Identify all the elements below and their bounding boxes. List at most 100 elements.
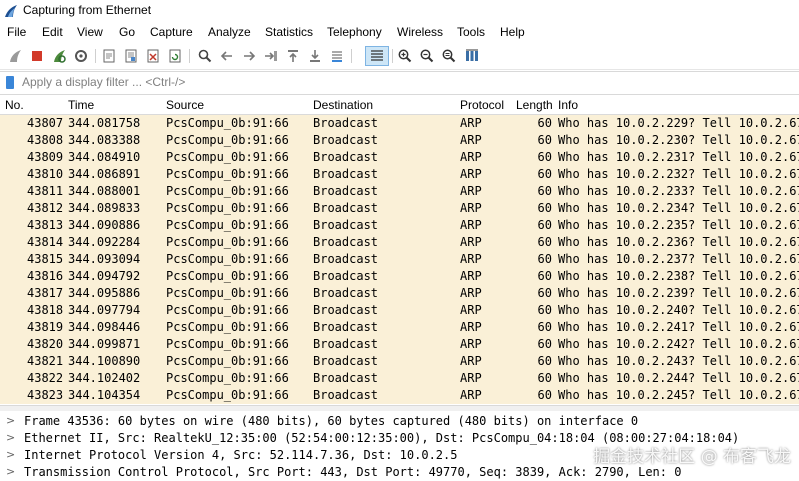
packet-protocol: ARP [460, 252, 482, 266]
packet-row[interactable]: 43807 344.081758 PcsCompu_0b:91:66 Broad… [0, 115, 799, 132]
packet-length: 60 [537, 201, 552, 215]
packet-length: 60 [537, 320, 552, 334]
column-header-destination[interactable]: Destination [313, 98, 373, 112]
packet-row[interactable]: 43815 344.093094 PcsCompu_0b:91:66 Broad… [0, 251, 799, 268]
zoom-in-icon[interactable] [396, 47, 414, 65]
packet-row[interactable]: 43814 344.092284 PcsCompu_0b:91:66 Broad… [0, 234, 799, 251]
display-filter-input[interactable] [22, 73, 792, 91]
packet-row[interactable]: 43819 344.098446 PcsCompu_0b:91:66 Broad… [0, 319, 799, 336]
save-file-icon[interactable] [122, 47, 140, 65]
packet-length: 60 [537, 133, 552, 147]
menu-help[interactable]: Help [500, 25, 525, 39]
column-header-time[interactable]: Time [68, 98, 94, 112]
column-header-no[interactable]: No. [5, 98, 24, 112]
menu-capture[interactable]: Capture [150, 25, 193, 39]
go-first-packet-icon[interactable] [284, 47, 302, 65]
menu-tools[interactable]: Tools [457, 25, 485, 39]
packet-row[interactable]: 43808 344.083388 PcsCompu_0b:91:66 Broad… [0, 132, 799, 149]
zoom-out-icon[interactable] [418, 47, 436, 65]
menu-edit[interactable]: Edit [42, 25, 63, 39]
title-bar: Capturing from Ethernet [0, 0, 799, 22]
capture-options-icon[interactable] [72, 47, 90, 65]
packet-row[interactable]: 43821 344.100890 PcsCompu_0b:91:66 Broad… [0, 353, 799, 370]
menu-analyze[interactable]: Analyze [208, 25, 251, 39]
wireshark-fin-icon [5, 5, 17, 17]
main-toolbar [0, 43, 799, 70]
find-packet-icon[interactable] [196, 47, 214, 65]
packet-protocol: ARP [460, 201, 482, 215]
go-last-packet-icon[interactable] [306, 47, 324, 65]
reload-file-icon[interactable] [166, 47, 184, 65]
packet-info: Who has 10.0.2.240? Tell 10.0.2.67 [558, 303, 799, 317]
column-header-source[interactable]: Source [166, 98, 204, 112]
packet-no: 43819 [27, 320, 64, 334]
packet-time: 344.094792 [68, 269, 141, 283]
packet-info: Who has 10.0.2.233? Tell 10.0.2.67 [558, 184, 799, 198]
packet-list: 43807 344.081758 PcsCompu_0b:91:66 Broad… [0, 115, 799, 404]
go-to-packet-icon[interactable] [262, 47, 280, 65]
packet-destination: Broadcast [313, 371, 379, 385]
menu-file[interactable]: File [7, 25, 26, 39]
menu-go[interactable]: Go [119, 25, 135, 39]
packet-time: 344.089833 [68, 201, 141, 215]
packet-row[interactable]: 43809 344.084910 PcsCompu_0b:91:66 Broad… [0, 149, 799, 166]
packet-length: 60 [537, 269, 552, 283]
packet-row[interactable]: 43813 344.090886 PcsCompu_0b:91:66 Broad… [0, 217, 799, 234]
packet-row[interactable]: 43822 344.102402 PcsCompu_0b:91:66 Broad… [0, 370, 799, 387]
packet-time: 344.090886 [68, 218, 141, 232]
detail-text: Frame 43536: 60 bytes on wire (480 bits)… [24, 414, 639, 428]
packet-row[interactable]: 43823 344.104354 PcsCompu_0b:91:66 Broad… [0, 387, 799, 404]
packet-row[interactable]: 43817 344.095886 PcsCompu_0b:91:66 Broad… [0, 285, 799, 302]
packet-source: PcsCompu_0b:91:66 [166, 201, 289, 215]
packet-time: 344.100890 [68, 354, 141, 368]
menu-view[interactable]: View [77, 25, 103, 39]
packet-no: 43814 [27, 235, 64, 249]
menu-statistics[interactable]: Statistics [265, 25, 313, 39]
bookmark-icon[interactable] [6, 76, 14, 89]
go-back-icon[interactable] [218, 47, 236, 65]
close-file-icon[interactable] [144, 47, 162, 65]
autoscroll-icon[interactable] [328, 47, 346, 65]
packet-row[interactable]: 43811 344.088001 PcsCompu_0b:91:66 Broad… [0, 183, 799, 200]
chevron-right-icon[interactable]: > [6, 465, 15, 478]
packet-no: 43816 [27, 269, 64, 283]
packet-no: 43821 [27, 354, 64, 368]
packet-row[interactable]: 43818 344.097794 PcsCompu_0b:91:66 Broad… [0, 302, 799, 319]
chevron-right-icon[interactable]: > [6, 448, 15, 461]
packet-protocol: ARP [460, 235, 482, 249]
chevron-right-icon[interactable]: > [6, 414, 15, 427]
resize-columns-icon[interactable] [463, 47, 481, 65]
detail-tree-item-frame[interactable]: > Frame 43536: 60 bytes on wire (480 bit… [0, 413, 799, 430]
packet-info: Who has 10.0.2.244? Tell 10.0.2.67 [558, 371, 799, 385]
restart-capture-icon[interactable] [50, 47, 68, 65]
packet-no: 43811 [27, 184, 64, 198]
stop-capture-icon[interactable] [28, 47, 46, 65]
packet-row[interactable]: 43820 344.099871 PcsCompu_0b:91:66 Broad… [0, 336, 799, 353]
column-header-info[interactable]: Info [558, 98, 578, 112]
packet-source: PcsCompu_0b:91:66 [166, 235, 289, 249]
open-file-icon[interactable] [100, 47, 118, 65]
packet-time: 344.084910 [68, 150, 141, 164]
column-header-protocol[interactable]: Protocol [460, 98, 504, 112]
chevron-right-icon[interactable]: > [6, 431, 15, 444]
packet-time: 344.102402 [68, 371, 141, 385]
detail-text: Transmission Control Protocol, Src Port:… [24, 465, 682, 479]
column-header-length[interactable]: Length [516, 98, 553, 112]
zoom-normal-icon[interactable] [440, 47, 458, 65]
packet-row[interactable]: 43816 344.094792 PcsCompu_0b:91:66 Broad… [0, 268, 799, 285]
packet-destination: Broadcast [313, 218, 379, 232]
packet-info: Who has 10.0.2.231? Tell 10.0.2.67 [558, 150, 799, 164]
packet-time: 344.098446 [68, 320, 141, 334]
packet-protocol: ARP [460, 388, 482, 402]
packet-protocol: ARP [460, 337, 482, 351]
colorize-icon[interactable] [365, 46, 389, 66]
packet-no: 43812 [27, 201, 64, 215]
packet-row[interactable]: 43812 344.089833 PcsCompu_0b:91:66 Broad… [0, 200, 799, 217]
start-capture-icon[interactable] [6, 47, 24, 65]
menu-wireless[interactable]: Wireless [397, 25, 443, 39]
packet-row[interactable]: 43810 344.086891 PcsCompu_0b:91:66 Broad… [0, 166, 799, 183]
packet-destination: Broadcast [313, 388, 379, 402]
packet-source: PcsCompu_0b:91:66 [166, 337, 289, 351]
menu-telephony[interactable]: Telephony [327, 25, 382, 39]
go-forward-icon[interactable] [240, 47, 258, 65]
